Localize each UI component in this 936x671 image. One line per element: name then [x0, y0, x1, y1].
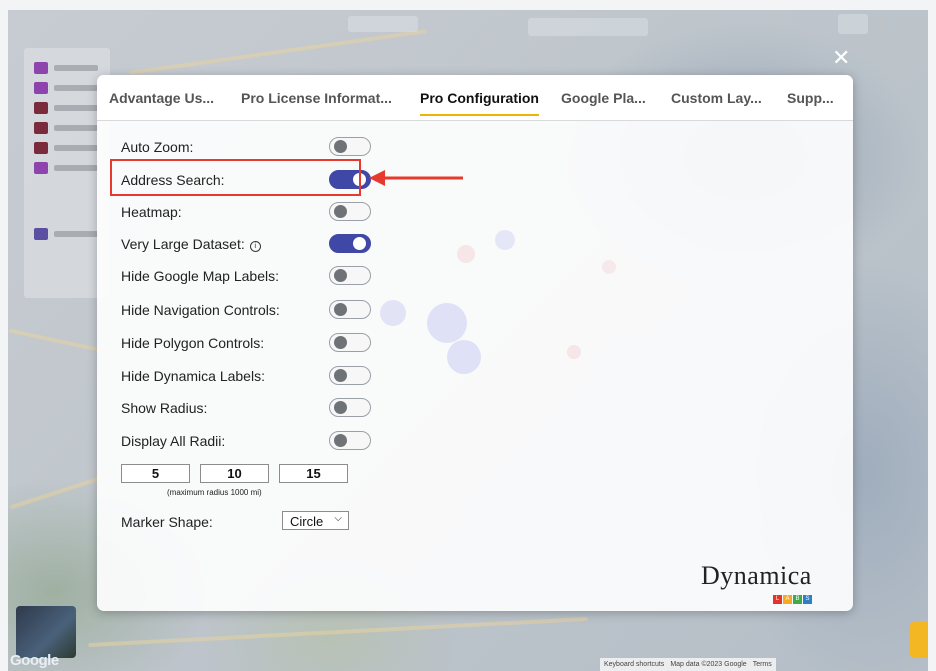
annotation-arrow-icon: [369, 170, 463, 186]
setting-label: Hide Polygon Controls:: [121, 335, 265, 351]
map-marker-ghost: [567, 345, 581, 359]
map-attribution-bar: Keyboard shortcuts Map data ©2023 Google…: [600, 658, 776, 671]
keyboard-shortcuts-link[interactable]: Keyboard shortcuts: [604, 661, 664, 668]
tab-custom-layers[interactable]: Custom Lay...: [671, 90, 762, 106]
heatmap-toggle[interactable]: [329, 202, 371, 221]
display-all-radii-toggle[interactable]: [329, 431, 371, 450]
setting-label: Hide Navigation Controls:: [121, 302, 280, 318]
map-road: [9, 474, 107, 510]
settings-dialog: Advantage Us... Pro License Informat... …: [97, 75, 853, 611]
map-road: [129, 29, 427, 75]
auto-zoom-toggle[interactable]: [329, 137, 371, 156]
map-marker-ghost: [457, 245, 475, 263]
setting-label: Auto Zoom:: [121, 139, 194, 155]
hide-google-map-labels-toggle[interactable]: [329, 266, 371, 285]
setting-label: Hide Dynamica Labels:: [121, 368, 265, 384]
map-marker-ghost: [602, 260, 616, 274]
map-block: [348, 16, 418, 32]
map-type-thumbnail[interactable]: [16, 606, 76, 658]
setting-label: Show Radius:: [121, 400, 208, 416]
map-block: [838, 14, 868, 34]
setting-label: Hide Google Map Labels:: [121, 268, 279, 284]
radius-input-3[interactable]: [279, 464, 348, 483]
setting-label: Marker Shape:: [121, 514, 213, 530]
tab-bar: Advantage Us... Pro License Informat... …: [97, 75, 853, 121]
marker-shape-selected: Circle: [290, 514, 324, 529]
map-data-text: Map data ©2023 Google: [670, 661, 747, 668]
hide-navigation-controls-toggle[interactable]: [329, 300, 371, 319]
street-view-pegman-icon[interactable]: [910, 622, 928, 658]
show-radius-toggle[interactable]: [329, 398, 371, 417]
hide-dynamica-labels-toggle[interactable]: [329, 366, 371, 385]
map-marker-ghost: [495, 230, 515, 250]
hide-polygon-controls-toggle[interactable]: [329, 333, 371, 352]
radius-input-1[interactable]: [121, 464, 190, 483]
tab-pro-configuration[interactable]: Pro Configuration: [420, 90, 539, 116]
radius-note: (maximum radius 1000 mi): [167, 488, 262, 497]
chevron-down-icon: ⌵: [334, 513, 342, 524]
close-icon[interactable]: ✕: [832, 48, 850, 70]
map-road: [88, 616, 588, 648]
labs-badge: L A B S: [773, 595, 812, 604]
dynamica-logo: Dynamica L A B S: [701, 561, 812, 604]
tab-pro-license-information[interactable]: Pro License Informat...: [241, 90, 392, 106]
map-marker-ghost: [447, 340, 481, 374]
map-marker-ghost: [380, 300, 406, 326]
google-logo: Google: [10, 652, 59, 669]
annotation-highlight-box: [110, 159, 361, 196]
radius-input-2[interactable]: [200, 464, 269, 483]
setting-label: Display All Radii:: [121, 433, 226, 449]
map-marker-ghost: [427, 303, 467, 343]
info-icon[interactable]: i: [249, 241, 261, 252]
marker-shape-select[interactable]: Circle ⌵: [282, 511, 349, 530]
setting-label: Very Large Dataset: i: [121, 236, 261, 252]
tab-google-places[interactable]: Google Pla...: [561, 90, 646, 106]
tab-support[interactable]: Supp...: [787, 90, 834, 106]
setting-label: Heatmap:: [121, 204, 182, 220]
tab-advantage-users[interactable]: Advantage Us...: [109, 90, 214, 106]
map-block: [528, 18, 648, 36]
screenshot-frame: Google Keyboard shortcuts Map data ©2023…: [0, 0, 936, 671]
terms-link[interactable]: Terms: [753, 661, 772, 668]
very-large-dataset-toggle[interactable]: [329, 234, 371, 253]
